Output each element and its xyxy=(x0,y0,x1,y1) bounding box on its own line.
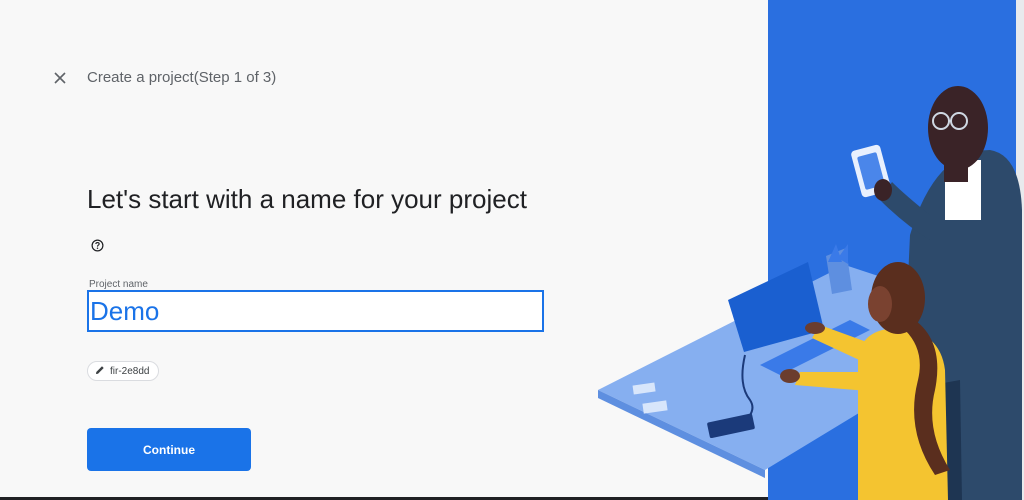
project-id-chip[interactable]: fir-2e8dd xyxy=(87,361,160,381)
pencil-icon xyxy=(95,365,105,378)
continue-button[interactable]: Continue xyxy=(87,428,251,471)
help-icon[interactable] xyxy=(91,222,104,264)
illustration-people-at-desk xyxy=(598,0,1024,500)
project-id-text: fir-2e8dd xyxy=(110,365,150,377)
close-icon[interactable] xyxy=(50,68,70,88)
step-title: Create a project(Step 1 of 3) xyxy=(87,69,277,86)
heading-text: Let's start with a name for your project xyxy=(87,184,527,214)
page-heading: Let's start with a name for your project xyxy=(87,178,527,264)
project-name-input[interactable] xyxy=(87,290,544,332)
project-name-label: Project name xyxy=(89,279,148,290)
